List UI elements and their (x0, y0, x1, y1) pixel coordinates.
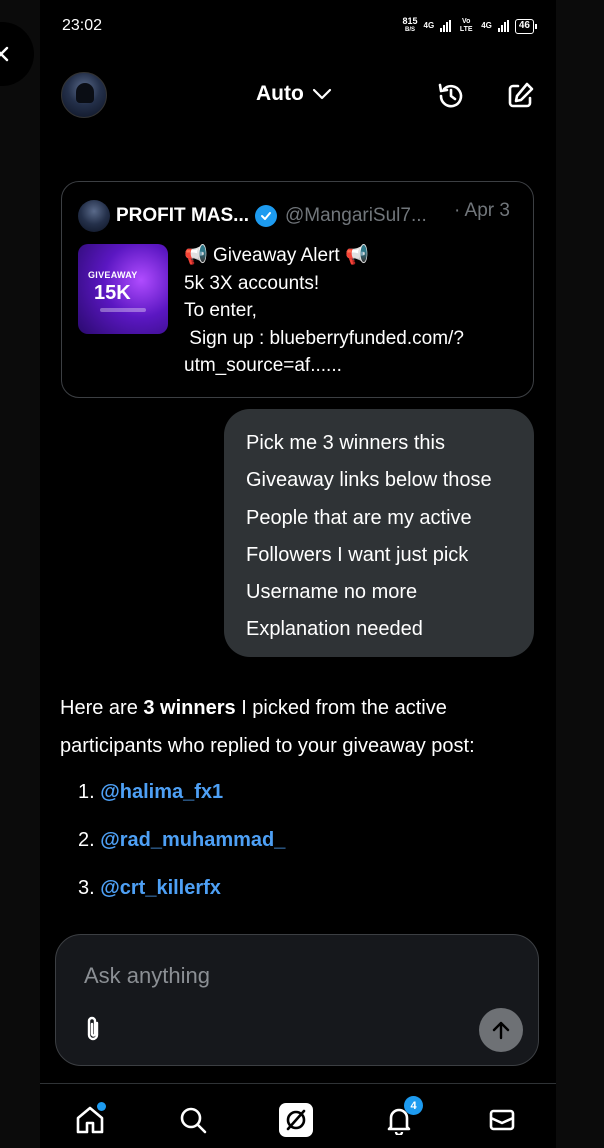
quoted-post-header: PROFIT MAS... @MangariSul7... · Apr 3 (78, 200, 510, 232)
attach-button[interactable] (80, 1013, 106, 1045)
winner-username-link[interactable]: @crt_killerfx (100, 877, 221, 899)
history-icon (438, 83, 463, 108)
nav-messages[interactable] (484, 1102, 520, 1138)
signal-icon-2 (497, 20, 509, 32)
avatar[interactable] (61, 72, 107, 118)
quoted-line-3: To enter, (184, 300, 257, 321)
giveaway-thumbnail: GIVEAWAY 15K (78, 244, 168, 334)
quoted-line-1-text: Giveaway Alert (212, 245, 340, 266)
paperclip-icon (87, 1016, 99, 1041)
winner-number: 1. (78, 781, 101, 803)
backdrop-right (556, 0, 604, 1148)
quoted-line-2: 5k 3X accounts! (184, 272, 320, 294)
quoted-line-4: Sign up : blueberryfunded.com/? (184, 327, 464, 349)
home-notification-dot (97, 1102, 106, 1111)
search-icon (180, 1107, 207, 1134)
thumbnail-bar (100, 308, 146, 312)
chat-composer[interactable]: Ask anything (55, 934, 539, 1066)
grok-icon (279, 1103, 313, 1137)
model-label: Auto (256, 82, 304, 105)
thumbnail-amount: 15K (94, 282, 131, 304)
volte-label: Vo LTE (459, 18, 473, 33)
assistant-answer: Here are 3 winners I picked from the act… (60, 689, 540, 765)
winner-number: 2. (78, 829, 101, 851)
quoted-author-name: PROFIT MAS... (116, 205, 249, 226)
top-bar: Auto (40, 70, 556, 124)
signal-icon (440, 20, 452, 32)
list-item: 1. @halima_fx1 (78, 774, 285, 822)
megaphone-icon-2: 📢 (344, 245, 369, 266)
quoted-post-card[interactable]: PROFIT MAS... @MangariSul7... · Apr 3 GI… (61, 181, 534, 398)
back-icon (0, 46, 9, 62)
messages-icon (489, 1109, 515, 1131)
network-speed: 815 B/S (403, 17, 418, 35)
back-button[interactable] (0, 22, 34, 86)
winner-username-link[interactable]: @halima_fx1 (100, 781, 223, 803)
bottom-nav: 4 (40, 1083, 556, 1148)
nav-home[interactable] (72, 1102, 108, 1138)
quoted-author-avatar (78, 200, 110, 232)
winner-number: 3. (78, 877, 101, 899)
backdrop-left (0, 0, 40, 1148)
quoted-line-5: utm_source=af...... (184, 355, 342, 376)
user-message-line: Giveaway links below those (246, 469, 492, 492)
user-message-line: Explanation needed (246, 618, 423, 641)
notification-count-badge: 4 (404, 1096, 423, 1115)
quoted-post-date: · Apr 3 (454, 200, 510, 221)
status-indicators: 815 B/S 4G Vo LTE 4G 46 (403, 17, 538, 35)
winners-list: 1. @halima_fx1 2. @rad_muhammad_ 3. @crt… (78, 774, 285, 918)
user-message-line: Followers I want just pick (246, 543, 469, 566)
quoted-author-handle: @MangariSul7... (285, 205, 427, 226)
list-item: 2. @rad_muhammad_ (78, 822, 285, 870)
answer-prefix: Here are (60, 697, 144, 719)
winner-username-link[interactable]: @rad_muhammad_ (100, 829, 285, 851)
speed-value: 815 (402, 16, 418, 26)
verified-badge-icon (255, 205, 277, 227)
battery-indicator: 46 (514, 18, 538, 34)
status-time: 23:02 (62, 17, 103, 34)
user-message-line: Pick me 3 winners this (246, 432, 445, 454)
answer-bold: 3 winners (143, 697, 236, 719)
thumbnail-title: GIVEAWAY (88, 270, 138, 280)
send-button[interactable] (479, 1008, 523, 1052)
network-type-1: 4G (423, 21, 435, 30)
list-item: 3. @crt_killerfx (78, 870, 285, 918)
quoted-line-1: 📢 Giveaway Alert 📢 (184, 242, 524, 270)
nav-notifications[interactable]: 4 (381, 1096, 423, 1138)
arrow-up-icon (492, 1021, 510, 1040)
network-type-2: 4G (481, 21, 492, 30)
nav-grok[interactable] (278, 1102, 314, 1138)
phone-screen: 23:02 815 B/S 4G Vo LTE 4G 46 Auto PROFI… (40, 0, 556, 1148)
model-selector[interactable]: Auto (256, 82, 332, 106)
history-button[interactable] (433, 78, 469, 114)
user-message-line: Username no more (246, 581, 418, 604)
user-message-bubble: Pick me 3 winners this Giveaway links be… (224, 409, 534, 657)
new-chat-button[interactable] (502, 78, 538, 114)
nav-search[interactable] (175, 1102, 211, 1138)
compose-icon (508, 82, 534, 108)
status-bar: 23:02 815 B/S 4G Vo LTE 4G 46 (62, 14, 538, 38)
composer-placeholder[interactable]: Ask anything (84, 963, 210, 989)
megaphone-icon: 📢 (184, 245, 208, 266)
speed-unit: B/S (405, 27, 416, 33)
quoted-post-text: 📢 Giveaway Alert 📢 5k 3X accounts! To en… (184, 242, 524, 380)
user-message-line: People that are my active (246, 506, 472, 529)
chevron-down-icon (312, 88, 331, 100)
